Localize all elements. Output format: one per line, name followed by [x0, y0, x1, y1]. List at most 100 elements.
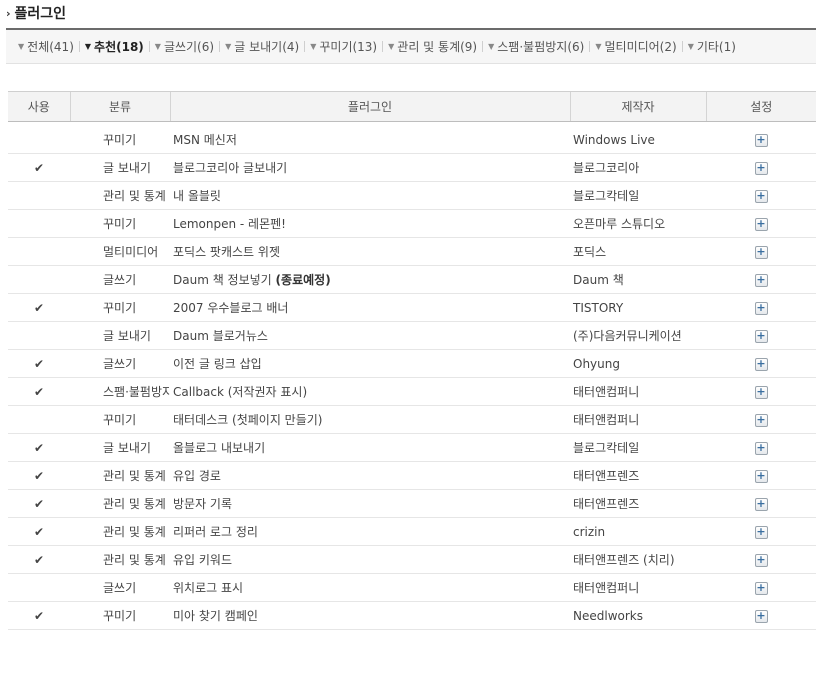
plugin-name: 내 올블릿 — [173, 189, 221, 203]
filter-separator — [681, 41, 683, 52]
filter-separator — [148, 41, 150, 52]
plugin-name: 2007 우수블로그 배너 — [173, 301, 289, 315]
plugin-name: Callback (저작권자 표시) — [173, 385, 308, 399]
plus-icon[interactable]: + — [754, 329, 768, 343]
caret-down-icon: ▼ — [687, 42, 694, 51]
plus-icon[interactable]: + — [754, 245, 768, 259]
plugin-note: (종료예정) — [275, 273, 331, 287]
plugin-maker: Daum 책 — [570, 265, 706, 294]
use-status-cell[interactable]: ✔ — [8, 293, 70, 322]
plugin-category: 꾸미기 — [70, 293, 170, 322]
plus-icon[interactable]: + — [754, 273, 768, 287]
checkmark-icon: ✔ — [33, 552, 45, 567]
plus-icon[interactable]: + — [754, 385, 768, 399]
plugin-name: MSN 메신저 — [173, 133, 237, 147]
filter-tab[interactable]: ▼ 기타(1) — [688, 38, 736, 55]
filter-tab-label: 꾸미기(13) — [319, 40, 378, 54]
column-header-maker[interactable]: 제작자 — [569, 91, 706, 122]
use-status-cell[interactable] — [8, 321, 70, 350]
filter-separator — [382, 41, 384, 52]
plugin-category: 관리 및 통계 — [70, 461, 170, 490]
filter-tab[interactable]: ▼ 글 보내기(4) — [225, 38, 299, 55]
plus-icon[interactable]: + — [754, 133, 768, 147]
plugin-category: 꾸미기 — [70, 405, 170, 434]
plus-icon[interactable]: + — [754, 497, 768, 511]
use-status-cell[interactable]: ✔ — [8, 433, 70, 462]
plus-icon[interactable]: + — [754, 357, 768, 371]
table-row: ✔ 스팸·불펌방지 Callback (저작권자 표시) 태터앤컴퍼니 + — [8, 377, 816, 406]
column-header-plugin[interactable]: 플러그인 — [169, 91, 570, 122]
plugin-maker: 블로그칵테일 — [570, 181, 706, 210]
plugin-category: 꾸미기 — [70, 126, 170, 154]
use-status-cell[interactable] — [8, 405, 70, 434]
use-status-cell[interactable]: ✔ — [8, 377, 70, 406]
filter-tab[interactable]: ▼ 글쓰기(6) — [155, 38, 214, 55]
setting-cell: + — [706, 321, 816, 350]
plugin-name-cell: 올블로그 내보내기 — [170, 433, 570, 462]
plugin-category: 글 보내기 — [70, 433, 170, 462]
filter-tab[interactable]: ▼ 전체(41) — [18, 38, 74, 55]
plus-icon[interactable]: + — [754, 441, 768, 455]
setting-cell: + — [706, 237, 816, 266]
table-row: 꾸미기 태터데스크 (첫페이지 만들기) 태터앤컴퍼니 + — [8, 405, 816, 434]
plus-icon[interactable]: + — [754, 609, 768, 623]
plugin-maker: TISTORY — [570, 293, 706, 322]
plugin-maker: 태터앤프렌즈 — [570, 489, 706, 518]
plugin-name-cell: 리퍼러 로그 정리 — [170, 517, 570, 546]
plugin-name: 태터데스크 (첫페이지 만들기) — [173, 413, 323, 427]
plugin-maker: 태터앤컴퍼니 — [570, 573, 706, 602]
use-status-cell[interactable]: ✔ — [8, 517, 70, 546]
filter-separator — [304, 41, 306, 52]
table-row: ✔ 글 보내기 올블로그 내보내기 블로그칵테일 + — [8, 433, 816, 462]
use-status-cell[interactable]: ✔ — [8, 489, 70, 518]
column-header-setting[interactable]: 설정 — [705, 91, 816, 122]
plus-icon[interactable]: + — [754, 301, 768, 315]
setting-cell: + — [706, 545, 816, 574]
table-row: 글쓰기 Daum 책 정보넣기 (종료예정) Daum 책 + — [8, 265, 816, 294]
page-title-text: 플러그인 — [14, 6, 67, 22]
plus-icon[interactable]: + — [754, 413, 768, 427]
filter-tab[interactable]: ▼ 스팸·불펌방지(6) — [488, 38, 584, 55]
checkmark-icon: ✔ — [33, 160, 45, 175]
use-status-cell[interactable]: ✔ — [8, 461, 70, 490]
filter-tab-label: 기타(1) — [696, 40, 736, 54]
plus-icon[interactable]: + — [754, 217, 768, 231]
plugin-name: 포딕스 팟캐스트 위젯 — [173, 245, 280, 259]
plugin-name-cell: 블로그코리아 글보내기 — [170, 153, 570, 182]
use-status-cell[interactable] — [8, 265, 70, 294]
filter-tab[interactable]: ▼ 멀티미디어(2) — [595, 38, 676, 55]
use-status-cell[interactable]: ✔ — [8, 601, 70, 630]
plugin-name-cell: 미아 찾기 캠페인 — [170, 601, 570, 630]
filter-separator — [589, 41, 591, 52]
filter-tab[interactable]: ▼ 꾸미기(13) — [310, 38, 377, 55]
filter-tab[interactable]: ▼ 추천(18) — [85, 38, 144, 55]
use-status-cell[interactable] — [8, 126, 70, 154]
setting-cell: + — [706, 433, 816, 462]
use-status-cell[interactable]: ✔ — [8, 545, 70, 574]
plus-icon[interactable]: + — [754, 581, 768, 595]
column-header-category[interactable]: 분류 — [69, 91, 170, 122]
setting-cell: + — [706, 601, 816, 630]
plus-icon[interactable]: + — [754, 189, 768, 203]
plugin-name: Daum 책 정보넣기 — [173, 273, 276, 287]
checkmark-icon: ✔ — [33, 356, 45, 371]
plus-icon[interactable]: + — [754, 525, 768, 539]
plugin-category: 글쓰기 — [70, 265, 170, 294]
checkmark-icon: ✔ — [33, 524, 45, 539]
column-header-use[interactable]: 사용 — [8, 91, 70, 122]
use-status-cell[interactable] — [8, 181, 70, 210]
plus-icon[interactable]: + — [754, 161, 768, 175]
use-status-cell[interactable]: ✔ — [8, 153, 70, 182]
plus-icon[interactable]: + — [754, 469, 768, 483]
filter-tab[interactable]: ▼ 관리 및 통계(9) — [388, 38, 477, 55]
use-status-cell[interactable]: ✔ — [8, 349, 70, 378]
caret-down-icon: ▼ — [488, 42, 495, 51]
use-status-cell[interactable] — [8, 573, 70, 602]
plugin-category: 글 보내기 — [70, 153, 170, 182]
use-status-cell[interactable] — [8, 237, 70, 266]
plugin-name-cell: Lemonpen - 레몬펜! — [170, 209, 570, 238]
use-status-cell[interactable] — [8, 209, 70, 238]
setting-cell: + — [706, 517, 816, 546]
plus-icon[interactable]: + — [754, 553, 768, 567]
plugin-maker: 태터앤프렌즈 — [570, 461, 706, 490]
